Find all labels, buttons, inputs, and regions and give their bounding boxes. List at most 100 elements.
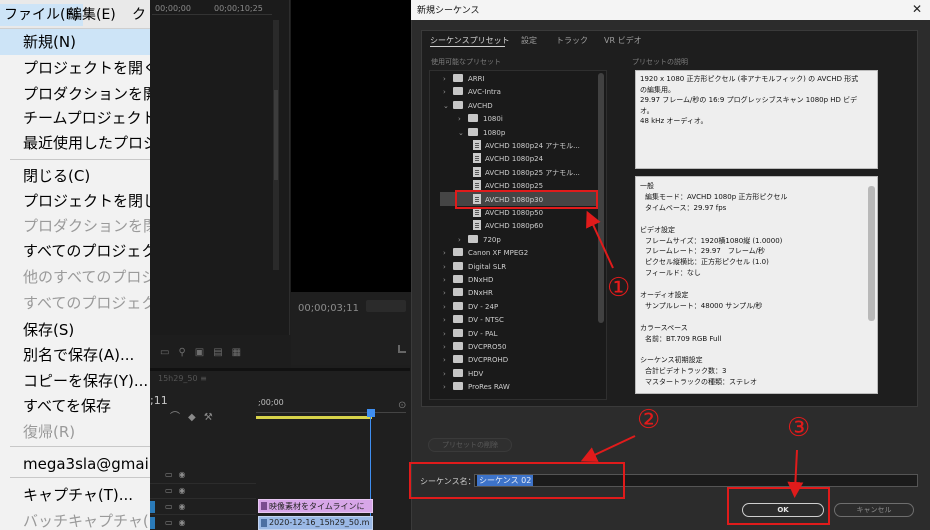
file-menu-item[interactable]: 別名で保存(A)...: [23, 344, 134, 366]
preset-folder[interactable]: › DNxHR: [443, 287, 493, 300]
tab-sequence-presets[interactable]: シーケンスプリセット: [430, 35, 510, 46]
timeline-tool-icons[interactable]: ⌒◆⚒: [170, 408, 221, 423]
menu-edit[interactable]: 編集(E): [68, 4, 116, 26]
cancel-button[interactable]: キャンセル: [834, 503, 914, 517]
preset-folder[interactable]: › DV - 24P: [443, 301, 498, 314]
preset-folder[interactable]: › DNxHD: [443, 274, 493, 287]
chevron-right-icon[interactable]: ›: [443, 314, 453, 327]
preset-folder[interactable]: › HDV: [443, 368, 483, 381]
track-v1-controls[interactable]: ▭◉: [165, 502, 192, 511]
timeline-sequence-tab[interactable]: 15h29_50 ≡: [158, 374, 207, 383]
file-menu-item[interactable]: すべてのプロジェクト: [23, 240, 150, 262]
dialog-title: 新規シーケンス: [417, 6, 480, 16]
playhead-handle[interactable]: [367, 409, 375, 417]
file-menu-item[interactable]: プロダクションを開く: [23, 83, 150, 105]
file-menu-item[interactable]: プロジェクトを閉じる: [23, 190, 150, 212]
preset-folder[interactable]: › DV - PAL: [443, 328, 498, 341]
track-a1-controls[interactable]: ▭◉: [165, 518, 192, 527]
chevron-right-icon[interactable]: ›: [443, 73, 453, 86]
dialog-titlebar: 新規シーケンス ✕: [411, 0, 930, 20]
fit-dropdown[interactable]: [366, 300, 406, 312]
preset-item[interactable]: AVCHD 1080p24 アナモル...: [473, 140, 580, 153]
chevron-right-icon[interactable]: ›: [443, 287, 453, 300]
preset-folder[interactable]: ⌄ 1080p: [458, 127, 505, 140]
program-timecode[interactable]: 00;00;03;11: [298, 303, 359, 314]
timeline-ruler[interactable]: [256, 412, 406, 413]
preset-folder[interactable]: › 1080i: [458, 113, 503, 126]
preset-label: AVCHD 1080p25: [485, 182, 544, 191]
file-menu-item[interactable]: 他のすべてのプロジ: [23, 266, 150, 288]
preset-folder[interactable]: › DVCPROHD: [443, 354, 508, 367]
preset-folder[interactable]: › 720p: [458, 234, 501, 247]
preset-folder[interactable]: › DVCPRO50: [443, 341, 506, 354]
file-menu-item[interactable]: すべてを保存: [23, 395, 111, 417]
chevron-right-icon[interactable]: ›: [443, 261, 453, 274]
chevron-right-icon[interactable]: ›: [443, 247, 453, 260]
file-menu-item[interactable]: 閉じる(C): [23, 165, 90, 187]
chevron-right-icon[interactable]: ›: [458, 113, 468, 126]
preset-folder[interactable]: › ProRes RAW: [443, 381, 510, 394]
file-menu-item[interactable]: プロジェクトを開く(C: [23, 57, 150, 79]
timeline-timecode[interactable]: ;11: [150, 394, 168, 407]
preset-item[interactable]: AVCHD 1080p60: [473, 220, 543, 233]
preset-description-label: プリセットの説明: [632, 58, 688, 66]
chevron-down-icon[interactable]: ⌄: [443, 100, 453, 113]
details-scrollbar[interactable]: [868, 186, 875, 321]
file-menu-item[interactable]: 新規(N): [23, 31, 76, 53]
chevron-right-icon[interactable]: ›: [443, 86, 453, 99]
track-v2-controls[interactable]: ▭◉: [165, 486, 192, 495]
track-target-a1[interactable]: [150, 517, 155, 529]
file-menu-item[interactable]: バッチキャプチャ(B)...: [23, 510, 150, 530]
timeline-scroll-icon[interactable]: ⊙: [398, 400, 406, 411]
file-menu-item[interactable]: プロダクションを閉じ: [23, 215, 150, 237]
file-menu-item[interactable]: チームプロジェクトを: [23, 107, 150, 129]
tab-settings[interactable]: 設定: [521, 35, 537, 46]
file-menu-item[interactable]: mega3sla@gmail: [23, 453, 150, 475]
file-menu-item[interactable]: コピーを保存(Y)...: [23, 370, 148, 392]
chevron-down-icon[interactable]: ⌄: [458, 127, 468, 140]
preset-tree-scrollbar[interactable]: [598, 73, 604, 323]
folder-icon: [453, 382, 463, 391]
preset-label: AVCHD 1080p60: [485, 222, 544, 231]
preset-folder[interactable]: › AVC-Intra: [443, 86, 501, 99]
preset-folder[interactable]: › DV - NTSC: [443, 314, 504, 327]
source-scrollbar-thumb[interactable]: [274, 90, 278, 180]
chevron-right-icon[interactable]: ›: [443, 301, 453, 314]
chevron-right-icon[interactable]: ›: [443, 368, 453, 381]
tab-vr-video[interactable]: VR ビデオ: [604, 35, 642, 46]
work-area-bar[interactable]: [256, 416, 372, 419]
settings-bracket-icon[interactable]: [398, 345, 406, 353]
preset-folder[interactable]: ⌄ AVCHD: [443, 100, 493, 113]
track-v3-controls[interactable]: ▭◉: [165, 470, 192, 479]
preset-file-icon: [473, 220, 481, 231]
preset-label: Digital SLR: [468, 262, 507, 271]
menu-separator: [10, 159, 150, 160]
tab-tracks[interactable]: トラック: [556, 35, 588, 46]
preset-folder[interactable]: › ARRI: [443, 73, 485, 86]
preset-folder[interactable]: › Digital SLR: [443, 261, 506, 274]
preset-folder[interactable]: › Canon XF MPEG2: [443, 247, 528, 260]
chevron-right-icon[interactable]: ›: [443, 354, 453, 367]
file-menu-item[interactable]: 保存(S): [23, 319, 74, 341]
preset-item[interactable]: AVCHD 1080p24: [473, 153, 543, 166]
chevron-right-icon[interactable]: ›: [443, 328, 453, 341]
chevron-right-icon[interactable]: ›: [443, 274, 453, 287]
track-target-v1[interactable]: [150, 501, 155, 513]
details-line: カラースペース: [640, 323, 688, 332]
close-icon[interactable]: ✕: [912, 2, 922, 16]
chevron-right-icon[interactable]: ›: [458, 234, 468, 247]
delete-preset-button[interactable]: プリセットの削除: [428, 438, 512, 452]
menu-clip[interactable]: ク: [132, 4, 146, 26]
timeline-clip-audio[interactable]: 2020-12-16_15h29_50.m: [258, 516, 373, 530]
file-menu-item[interactable]: 復帰(R): [23, 421, 75, 443]
timeline-clip-video[interactable]: 映像素材をタイムラインに: [258, 499, 373, 513]
preset-item[interactable]: AVCHD 1080p25 アナモル...: [473, 166, 580, 180]
project-toolbar-icons[interactable]: ▭⚲▣▤▦: [160, 347, 250, 358]
file-menu-item[interactable]: キャプチャ(T)...: [23, 484, 133, 506]
folder-icon: [453, 315, 463, 324]
chevron-right-icon[interactable]: ›: [443, 341, 453, 354]
file-menu-item[interactable]: 最近使用したプロジ: [23, 132, 150, 154]
file-menu-item[interactable]: すべてのプロジェクト: [23, 292, 150, 314]
annotation-box-preset: [455, 190, 598, 209]
chevron-right-icon[interactable]: ›: [443, 381, 453, 394]
